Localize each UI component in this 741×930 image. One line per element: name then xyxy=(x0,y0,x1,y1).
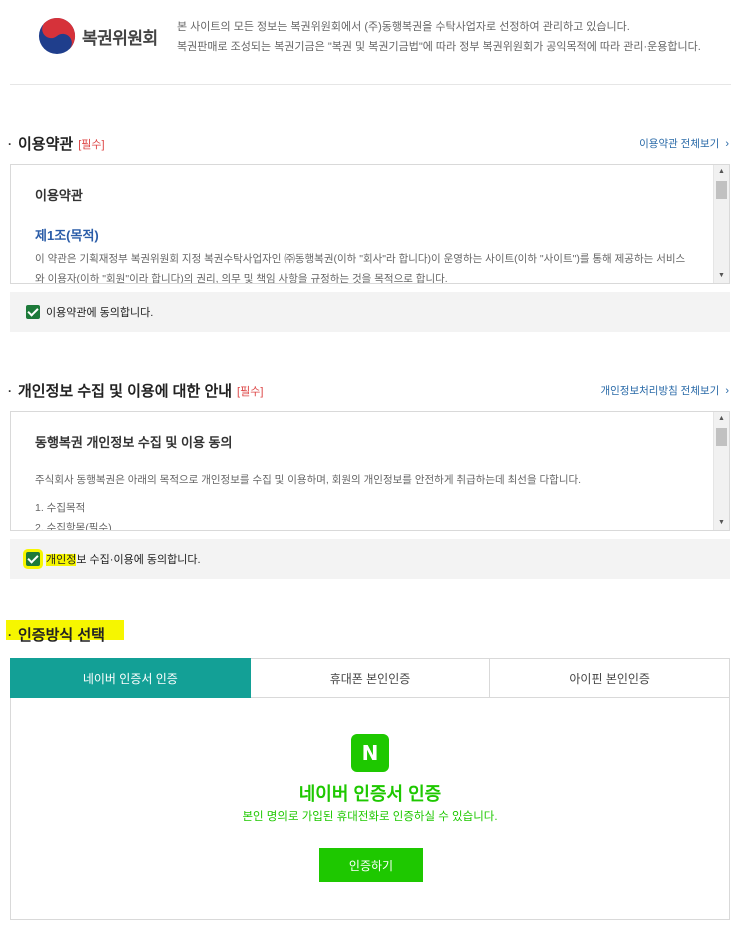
privacy-agree-label-rest: 보 수집·이용에 동의합니다. xyxy=(76,554,201,566)
scroll-up-arrow-icon[interactable]: ▲ xyxy=(714,165,729,179)
naver-cert-title: 네이버 인증서 인증 xyxy=(298,784,442,804)
scroll-down-arrow-icon[interactable]: ▼ xyxy=(714,516,729,530)
terms-agree-bar: 이용약관에 동의합니다. xyxy=(10,292,730,332)
terms-heading: 이용약관 xyxy=(35,188,83,203)
site-header: 복권위원회 본 사이트의 모든 정보는 복권위원회에서 (주)동행복권을 수탁사… xyxy=(0,0,741,84)
scroll-down-arrow-icon[interactable]: ▼ xyxy=(714,269,729,283)
scroll-up-arrow-icon[interactable]: ▲ xyxy=(714,412,729,426)
terms-scrollbar[interactable]: ▲ ▼ xyxy=(713,165,729,283)
header-desc-line1: 본 사이트의 모든 정보는 복권위원회에서 (주)동행복권을 수탁사업자로 선정… xyxy=(177,21,630,33)
privacy-agree-label-highlighted: 개인정 xyxy=(46,554,77,566)
naver-logo-icon: N xyxy=(351,734,389,772)
terms-body-line1: 이 약관은 기획재정부 복권위원회 지정 복권수탁사업자인 ㈜동행복권(이하 "… xyxy=(35,253,686,265)
header-description: 본 사이트의 모든 정보는 복권위원회에서 (주)동행복권을 수탁사업자로 선정… xyxy=(177,17,701,57)
chevron-right-icon: › xyxy=(725,137,729,150)
terms-article-title: 제1조(목적) xyxy=(35,228,99,243)
terms-required-badge: [필수] xyxy=(78,138,105,151)
privacy-title: 개인정보 수집 및 이용에 대한 안내 xyxy=(18,383,233,400)
auth-tabs: 네이버 인증서 인증 휴대폰 본인인증 아이핀 본인인증 xyxy=(10,658,731,698)
privacy-item2: 2. 수집항목(필수) xyxy=(35,522,112,531)
auth-title: 인증방식 선택 xyxy=(18,627,105,644)
chevron-right-icon: › xyxy=(725,384,729,397)
terms-agree-label[interactable]: 이용약관에 동의합니다. xyxy=(46,304,153,320)
privacy-heading: 동행복권 개인정보 수집 및 이용 동의 xyxy=(35,435,233,450)
terms-view-all-label: 이용약관 전체보기 xyxy=(639,138,720,150)
terms-content-box[interactable]: 이용약관 제1조(목적) 이 약관은 기획재정부 복권위원회 지정 복권수탁사업… xyxy=(10,164,730,284)
terms-view-all-link[interactable]: 이용약관 전체보기 › xyxy=(639,136,729,151)
privacy-item1: 1. 수집목적 xyxy=(35,502,86,514)
privacy-required-badge: [필수] xyxy=(237,385,264,398)
tab-phone-auth[interactable]: 휴대폰 본인인증 xyxy=(250,658,491,698)
naver-cert-panel: N 네이버 인증서 인증 본인 명의로 가입된 휴대전화로 인증하실 수 있습니… xyxy=(10,698,730,920)
privacy-view-all-link[interactable]: 개인정보처리방침 전체보기 › xyxy=(600,383,729,398)
taegeuk-logo-icon xyxy=(38,17,76,55)
privacy-view-all-label: 개인정보처리방침 전체보기 xyxy=(600,385,720,397)
auth-section-title: · 인증방식 선택 xyxy=(8,624,105,645)
privacy-section-title: · 개인정보 수집 및 이용에 대한 안내 [필수] xyxy=(8,380,263,401)
privacy-agree-label[interactable]: 개인정보 수집·이용에 동의합니다. xyxy=(46,551,201,567)
terms-section-title: · 이용약관 [필수] xyxy=(8,133,105,154)
bullet-icon: · xyxy=(8,627,12,642)
terms-body-line2: 와 이용자(이하 "회원"이라 합니다)의 권리, 의무 및 책임 사항을 규정… xyxy=(35,273,448,284)
privacy-scrollbar[interactable]: ▲ ▼ xyxy=(713,412,729,530)
naver-cert-description: 본인 명의로 가입된 휴대전화로 인증하실 수 있습니다. xyxy=(242,811,498,823)
terms-agree-checkbox[interactable] xyxy=(26,305,40,319)
bullet-icon: · xyxy=(8,136,12,151)
bullet-icon: · xyxy=(8,383,12,398)
privacy-body-line1: 주식회사 동행복권은 아래의 목적으로 개인정보를 수집 및 이용하며, 회원의… xyxy=(35,474,582,486)
privacy-agree-bar: 개인정보 수집·이용에 동의합니다. xyxy=(10,539,730,579)
terms-title: 이용약관 xyxy=(18,136,74,153)
tab-ipin-auth[interactable]: 아이핀 본인인증 xyxy=(490,658,731,698)
header-desc-line2: 복권판매로 조성되는 복권기금은 "복권 및 복권기금법"에 따라 정부 복권위… xyxy=(177,41,701,53)
tab-naver-cert[interactable]: 네이버 인증서 인증 xyxy=(10,658,251,698)
privacy-content-box[interactable]: 동행복권 개인정보 수집 및 이용 동의 주식회사 동행복권은 아래의 목적으로… xyxy=(10,411,730,531)
scroll-thumb[interactable] xyxy=(716,181,727,199)
authenticate-button[interactable]: 인증하기 xyxy=(319,848,423,882)
header-divider xyxy=(10,84,731,85)
scroll-thumb[interactable] xyxy=(716,428,727,446)
privacy-agree-checkbox[interactable] xyxy=(26,552,40,566)
logo-text: 복권위원회 xyxy=(82,29,158,48)
